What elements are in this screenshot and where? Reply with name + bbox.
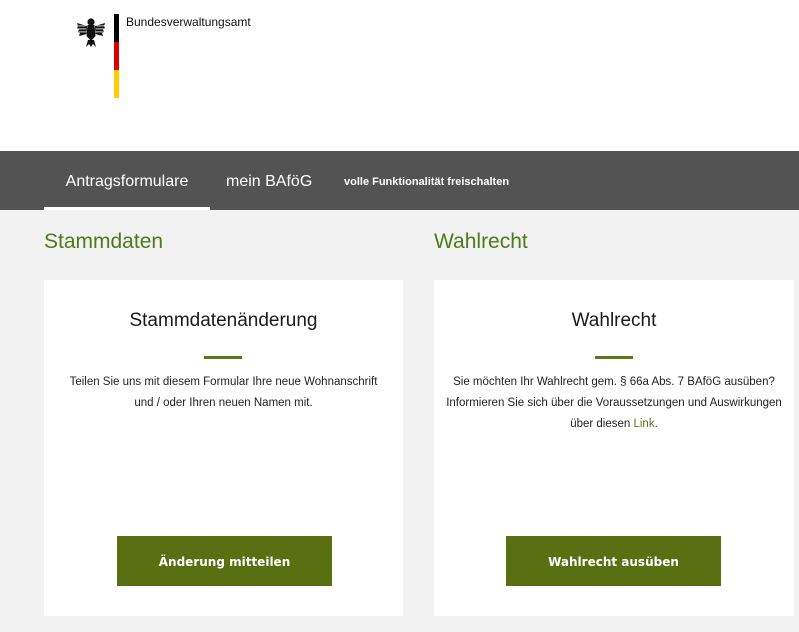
info-link[interactable]: Link bbox=[633, 418, 654, 430]
exercise-right-button[interactable]: Wahlrecht ausüben bbox=[506, 536, 721, 586]
card-title: Stammdatenänderung bbox=[129, 310, 318, 331]
card-title: Wahlrecht bbox=[571, 310, 657, 331]
nav-tab-mein-bafoeg[interactable]: mein BAföG bbox=[226, 151, 312, 210]
section-heading-wahlrecht: Wahlrecht bbox=[434, 230, 528, 253]
card-wahlrecht: Wahlrecht Sie möchten Ihr Wahlrecht gem.… bbox=[434, 280, 794, 616]
flag-gold-stripe bbox=[114, 70, 119, 98]
active-tab-indicator bbox=[44, 207, 210, 210]
change-notify-button[interactable]: Änderung mitteilen bbox=[117, 536, 332, 586]
nav-tab-label: mein BAföG bbox=[226, 173, 313, 190]
nav-tab-label: volle Funktionalität freischalten bbox=[344, 176, 510, 188]
nav-link-unlock-functionality[interactable]: volle Funktionalität freischalten bbox=[344, 151, 509, 210]
flag-black-stripe bbox=[114, 14, 119, 42]
card-separator bbox=[204, 356, 242, 359]
card-description: Teilen Sie uns mit diesem Formular Ihre … bbox=[69, 376, 378, 409]
card-description-text: Sie möchten Ihr Wahlrecht gem. § 66a Abs… bbox=[446, 376, 782, 430]
flag-red-stripe bbox=[114, 42, 119, 70]
card-description-end: . bbox=[654, 418, 658, 430]
card-stammdatenaenderung: Stammdatenänderung Teilen Sie uns mit di… bbox=[44, 280, 403, 616]
agency-name: Bundesverwaltungsamt bbox=[126, 15, 251, 29]
federal-eagle-icon bbox=[77, 18, 105, 47]
main-navigation: Antragsformulare mein BAföG volle Funkti… bbox=[0, 151, 799, 210]
section-heading-stammdaten: Stammdaten bbox=[44, 230, 164, 253]
nav-tab-label: Antragsformulare bbox=[65, 173, 189, 190]
nav-tab-antragsformulare[interactable]: Antragsformulare bbox=[44, 151, 210, 210]
card-separator bbox=[595, 356, 633, 359]
flag-stripe bbox=[114, 14, 119, 98]
site-header: Bundesverwaltungsamt bbox=[0, 0, 799, 151]
card-description: Sie möchten Ihr Wahlrecht gem. § 66a Abs… bbox=[434, 372, 794, 435]
